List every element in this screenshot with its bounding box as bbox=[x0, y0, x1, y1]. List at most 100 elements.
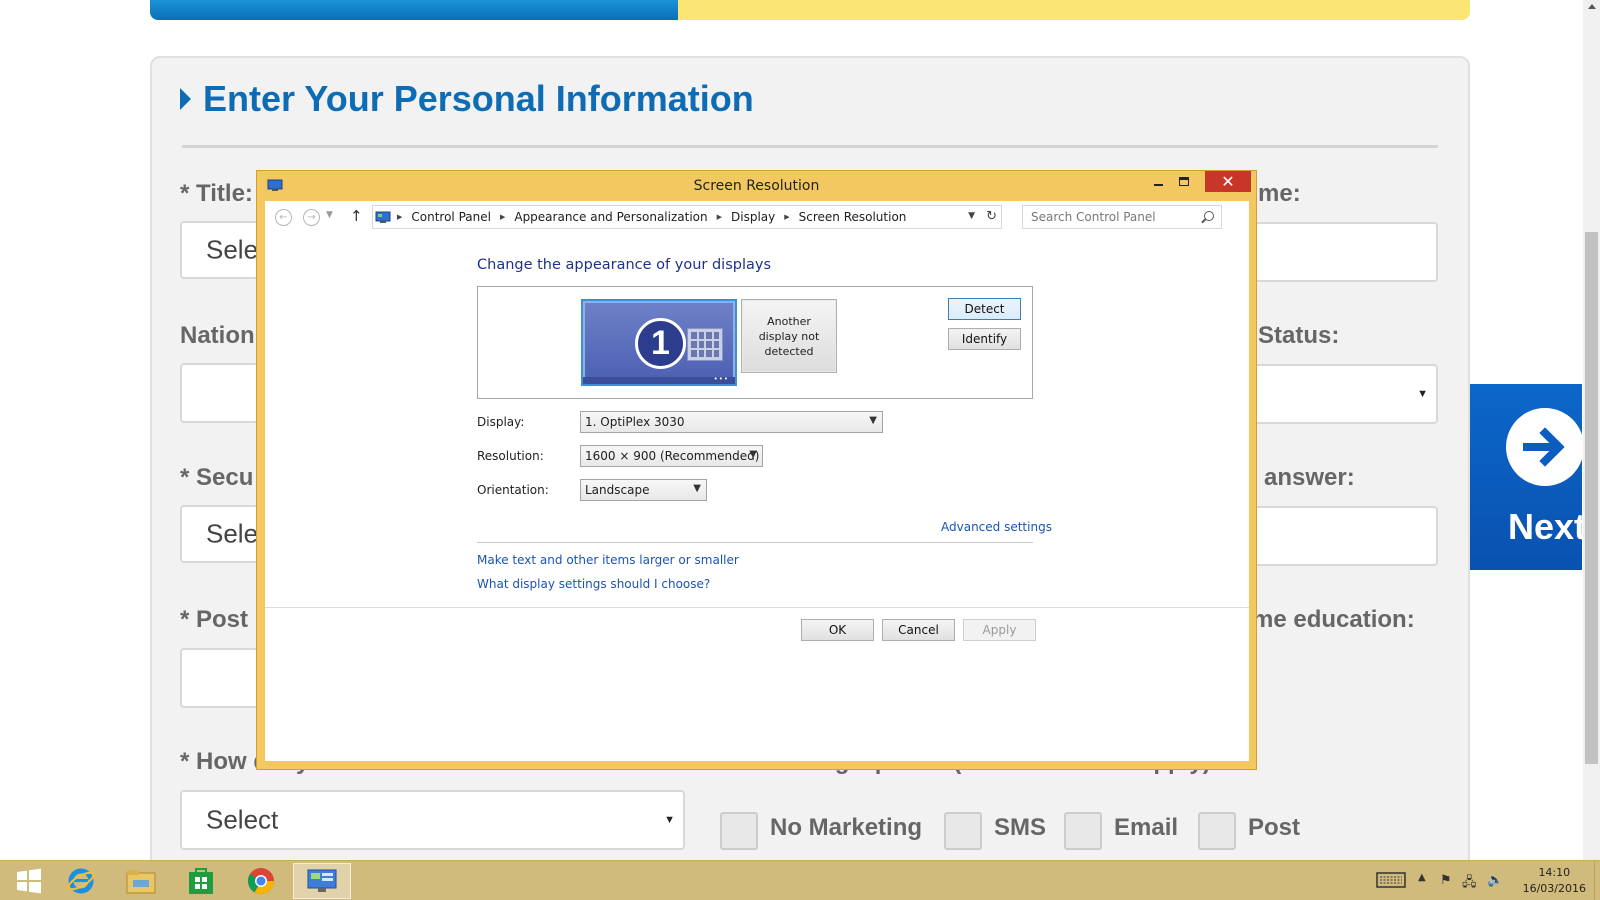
taskbar-store[interactable] bbox=[172, 863, 230, 899]
section-divider bbox=[182, 145, 1438, 148]
scroll-up-icon[interactable] bbox=[1588, 4, 1596, 9]
checkbox-email[interactable] bbox=[1064, 812, 1102, 850]
income-education-label: me education: bbox=[1252, 606, 1415, 633]
postcode-label: * Post bbox=[180, 606, 249, 633]
checkbox-email-label: Email bbox=[1114, 814, 1179, 841]
nationality-label: Nation bbox=[180, 322, 255, 349]
screen-resolution-window: Screen Resolution ✕ ← → ▼ ↑ ▶ Control Pa… bbox=[256, 170, 1257, 770]
page-scrollbar[interactable] bbox=[1583, 0, 1600, 860]
chevron-right-icon: ▶ bbox=[784, 213, 790, 221]
display-help-link[interactable]: What display settings should I choose? bbox=[477, 577, 710, 591]
recent-locations-icon[interactable]: ▼ bbox=[326, 210, 333, 220]
caret-right-icon bbox=[180, 88, 191, 110]
name-label: me: bbox=[1258, 180, 1301, 207]
form-progress-fill bbox=[150, 0, 678, 20]
address-bar[interactable]: ▶ Control Panel ▶ Appearance and Persona… bbox=[372, 205, 1002, 229]
forward-arrow-icon: → bbox=[307, 212, 316, 223]
breadcrumb-control-panel[interactable]: Control Panel bbox=[411, 210, 491, 224]
monitor-2-text: Another display not detected bbox=[758, 314, 820, 358]
close-button[interactable]: ✕ bbox=[1205, 171, 1251, 192]
arrow-right-icon bbox=[1506, 408, 1584, 486]
orientation-label: Orientation: bbox=[477, 483, 549, 497]
action-center-icon[interactable]: ⚑ bbox=[1440, 873, 1452, 888]
hear-about-select[interactable]: Select ▼ bbox=[180, 790, 685, 850]
monitor-1-tile[interactable]: 1 ••• bbox=[581, 299, 737, 386]
identify-button[interactable]: Identify bbox=[948, 328, 1021, 350]
orientation-select[interactable]: Landscape ▼ bbox=[580, 479, 707, 501]
clock-time: 14:10 bbox=[1538, 866, 1571, 879]
ok-button[interactable]: OK bbox=[801, 619, 874, 641]
display-label: Display: bbox=[477, 415, 525, 429]
page-heading: Change the appearance of your displays bbox=[477, 257, 772, 273]
taskbar-file-explorer[interactable] bbox=[112, 863, 170, 899]
chevron-right-icon: ▶ bbox=[397, 213, 403, 221]
search-input[interactable]: Search Control Panel bbox=[1022, 205, 1222, 229]
monitor-2-tile[interactable]: Another display not detected bbox=[741, 299, 837, 373]
internet-explorer-icon bbox=[67, 868, 95, 894]
section-title: Enter Your Personal Information bbox=[180, 78, 754, 120]
next-button-label: Next bbox=[1508, 506, 1587, 547]
chevron-down-icon: ▼ bbox=[693, 483, 701, 494]
keyboard-icon[interactable] bbox=[1376, 871, 1406, 893]
more-icon: ••• bbox=[713, 375, 729, 383]
file-explorer-icon bbox=[126, 870, 156, 894]
display-select[interactable]: 1. OptiPlex 3030 ▼ bbox=[580, 411, 883, 433]
checkbox-no-marketing[interactable] bbox=[720, 812, 758, 850]
up-arrow-icon[interactable]: ↑ bbox=[350, 207, 363, 225]
orientation-select-value: Landscape bbox=[585, 483, 650, 497]
form-progress-bar bbox=[150, 0, 1470, 20]
breadcrumb-display[interactable]: Display bbox=[731, 210, 775, 224]
security-answer-label: answer: bbox=[1264, 464, 1355, 491]
security-question-label: * Secu bbox=[180, 464, 254, 491]
window-title: Screen Resolution bbox=[693, 178, 820, 194]
back-button[interactable]: ← bbox=[275, 209, 292, 226]
display-select-value: 1. OptiPlex 3030 bbox=[585, 415, 685, 429]
breadcrumb-appearance[interactable]: Appearance and Personalization bbox=[514, 210, 707, 224]
network-icon[interactable]: 🖧 bbox=[1462, 873, 1477, 895]
section-title-text: Enter Your Personal Information bbox=[203, 78, 754, 119]
apply-button[interactable]: Apply bbox=[963, 619, 1036, 641]
control-panel-icon bbox=[307, 869, 337, 892]
show-desktop-button[interactable] bbox=[1594, 861, 1600, 900]
start-button[interactable] bbox=[0, 863, 58, 899]
text-size-link[interactable]: Make text and other items larger or smal… bbox=[477, 553, 739, 567]
system-clock[interactable]: 14:10 16/03/2016 bbox=[1523, 865, 1586, 897]
search-icon bbox=[1204, 211, 1214, 221]
start-icon bbox=[17, 868, 41, 894]
checkbox-sms[interactable] bbox=[944, 812, 982, 850]
close-icon: ✕ bbox=[1221, 172, 1235, 191]
minimize-icon bbox=[1153, 183, 1163, 186]
resolution-select-value: 1600 × 900 (Recommended) bbox=[585, 449, 760, 463]
hear-about-select-value: Select bbox=[206, 804, 279, 835]
breadcrumb-screen-resolution[interactable]: Screen Resolution bbox=[799, 210, 907, 224]
display-arrangement: 1 ••• Another display not detected Detec… bbox=[477, 286, 1033, 399]
checkbox-sms-label: SMS bbox=[994, 814, 1047, 841]
forward-button[interactable]: → bbox=[303, 209, 320, 226]
footer-divider bbox=[265, 607, 1249, 608]
control-panel-icon bbox=[375, 211, 391, 223]
chevron-right-icon: ▶ bbox=[716, 213, 722, 221]
taskbar-internet-explorer[interactable] bbox=[52, 863, 110, 899]
address-dropdown-icon[interactable]: ▼ bbox=[968, 211, 975, 221]
window-titlebar[interactable]: Screen Resolution ✕ bbox=[257, 171, 1256, 200]
volume-icon[interactable]: 🔈 bbox=[1487, 873, 1503, 888]
scroll-thumb[interactable] bbox=[1585, 232, 1598, 764]
taskbar-control-panel[interactable] bbox=[293, 863, 351, 899]
taskbar-chrome[interactable] bbox=[232, 863, 290, 899]
dialog-content: Change the appearance of your displays 1… bbox=[265, 233, 1249, 761]
maximize-button[interactable] bbox=[1171, 171, 1197, 192]
resolution-label: Resolution: bbox=[477, 449, 544, 463]
resolution-select[interactable]: 1600 × 900 (Recommended) ▼ bbox=[580, 445, 763, 467]
checkbox-post-label: Post bbox=[1248, 814, 1301, 841]
advanced-settings-link[interactable]: Advanced settings bbox=[941, 520, 1052, 534]
select-arrow-icon: ▼ bbox=[1417, 388, 1428, 400]
detect-button[interactable]: Detect bbox=[948, 298, 1021, 320]
monitor-taskbar bbox=[583, 377, 735, 384]
next-button[interactable]: Next bbox=[1470, 384, 1586, 570]
checkbox-post[interactable] bbox=[1198, 812, 1236, 850]
minimize-button[interactable] bbox=[1145, 171, 1171, 192]
show-hidden-icons-icon[interactable]: ▲ bbox=[1418, 872, 1426, 883]
refresh-icon[interactable]: ↻ bbox=[986, 209, 997, 224]
cancel-button[interactable]: Cancel bbox=[882, 619, 955, 641]
chevron-down-icon: ▼ bbox=[869, 415, 877, 426]
